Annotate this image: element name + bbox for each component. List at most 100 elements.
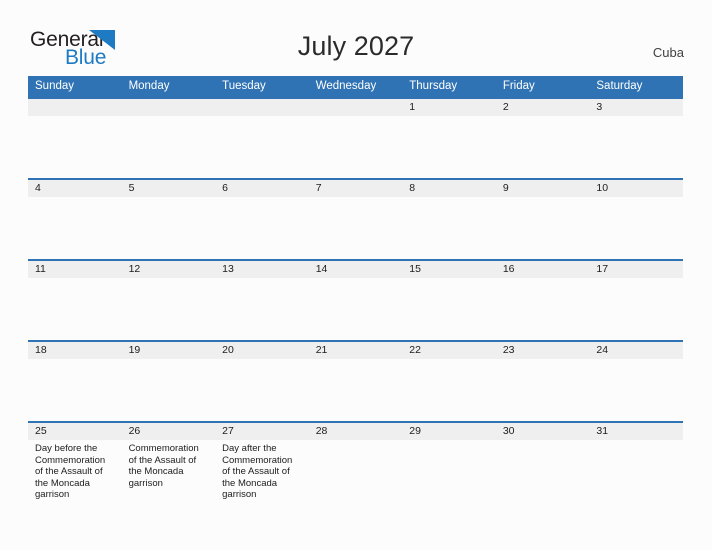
day-events [402,359,496,362]
calendar-day-cell[interactable]: 21 [308,342,403,421]
week-body: 123 [28,99,683,178]
calendar-day-cell[interactable]: 28 [308,423,403,502]
calendar-day-cell[interactable]: 22 [402,342,496,421]
day-events [496,440,590,443]
calendar-day-cell[interactable]: 11 [28,261,122,340]
day-number: 17 [589,261,683,278]
day-events [28,116,122,119]
day-number: 12 [121,261,216,278]
calendar-day-cell[interactable]: 10 [589,180,683,259]
week-body: 4 5 6 7 8 9 10 [28,180,683,259]
calendar-week-row: 4 5 6 7 8 9 10 [28,178,683,259]
calendar-day-cell[interactable]: 14 [308,261,403,340]
calendar-day-cell[interactable]: 29 [402,423,496,502]
week-body: 18 19 20 21 22 23 24 [28,342,683,421]
calendar-day-cell[interactable]: 20 [215,342,309,421]
day-number [121,99,216,116]
calendar-day-cell[interactable]: 4 [28,180,122,259]
calendar-weeks: 1 2 3 4 5 6 7 8 9 10 11 12 13 14 15 16 17 18 19 20 21 22 23 24 2… [28,97,683,502]
day-events [309,440,403,443]
day-events [215,197,309,200]
calendar-day-cell[interactable] [121,99,216,178]
calendar-day-cell[interactable]: 1 [402,99,496,178]
day-events [122,278,216,281]
calendar-day-cell[interactable]: 7 [308,180,403,259]
country-label: Cuba [652,45,684,60]
calendar-day-cell[interactable] [28,99,122,178]
day-events [215,359,309,362]
calendar-day-cell[interactable]: 8 [402,180,496,259]
day-number: 5 [121,180,216,197]
day-events [496,359,590,362]
calendar-day-cell[interactable]: 13 [215,261,309,340]
weekday-header-wednesday: Wednesday [315,80,377,92]
calendar-day-cell[interactable]: 16 [495,261,590,340]
holiday-event-label: Day after the Commemoration of the Assau… [222,443,293,501]
day-number: 11 [28,261,122,278]
day-number: 9 [495,180,590,197]
day-number: 3 [589,99,683,116]
day-events [496,278,590,281]
week-body: 11 12 13 14 15 16 17 [28,261,683,340]
day-events [309,116,403,119]
day-events: Commemoration of the Assault of the Monc… [122,440,216,489]
day-number [215,99,309,116]
day-number: 25 [28,423,122,440]
day-events [309,359,403,362]
calendar-day-cell[interactable]: 3 [589,99,683,178]
day-events [402,440,496,443]
day-events [496,197,590,200]
calendar-day-cell[interactable]: 12 [121,261,216,340]
day-events [215,116,309,119]
day-number: 21 [308,342,403,359]
day-number: 26 [121,423,216,440]
calendar-day-cell[interactable]: 9 [495,180,590,259]
day-events [589,440,683,443]
week-body: 25 Day before the Commemoration of the As… [28,423,683,502]
day-number: 6 [215,180,309,197]
calendar-day-cell[interactable]: 15 [402,261,496,340]
calendar-day-cell[interactable]: 6 [215,180,309,259]
day-events [589,197,683,200]
day-number: 4 [28,180,122,197]
weekday-header-row: Sunday Monday Tuesday Wednesday Thursday… [28,76,683,97]
calendar-day-cell[interactable]: 5 [121,180,216,259]
day-events [496,116,590,119]
calendar-day-cell[interactable]: 25 Day before the Commemoration of the As… [28,423,122,502]
day-events [589,359,683,362]
day-number: 29 [402,423,496,440]
calendar-day-cell[interactable]: 18 [28,342,122,421]
day-number: 16 [495,261,590,278]
calendar-day-cell[interactable]: 17 [589,261,683,340]
day-number: 31 [589,423,683,440]
calendar-week-row: 11 12 13 14 15 16 17 [28,259,683,340]
day-events [122,116,216,119]
weekday-header-sunday: Sunday [35,80,75,92]
day-events [309,197,403,200]
calendar-day-cell[interactable] [215,99,309,178]
day-events [215,278,309,281]
calendar-day-cell[interactable]: 23 [495,342,590,421]
day-number: 15 [402,261,496,278]
calendar-day-cell[interactable]: 19 [121,342,216,421]
day-number: 28 [308,423,403,440]
day-number: 24 [589,342,683,359]
calendar-day-cell[interactable]: 2 [495,99,590,178]
day-events [28,359,122,362]
calendar-day-cell[interactable] [308,99,403,178]
day-events: Day before the Commemoration of the Assa… [28,440,122,501]
day-number: 18 [28,342,122,359]
day-number [308,99,403,116]
day-events [589,116,683,119]
day-events: Day after the Commemoration of the Assau… [215,440,309,501]
calendar-day-cell[interactable]: 27 Day after the Commemoration of the Ass… [215,423,309,502]
day-number: 19 [121,342,216,359]
page-header: General Blue July 2027 Cuba [0,0,712,76]
calendar-day-cell[interactable]: 31 [589,423,683,502]
calendar-day-cell[interactable]: 26 Commemoration of the Assault of the Mo… [121,423,216,502]
calendar-day-cell[interactable]: 30 [495,423,590,502]
calendar-week-row: 123 [28,97,683,178]
calendar-day-cell[interactable]: 24 [589,342,683,421]
weekday-header-thursday: Thursday [409,80,458,92]
weekday-header-saturday: Saturday [596,80,643,92]
